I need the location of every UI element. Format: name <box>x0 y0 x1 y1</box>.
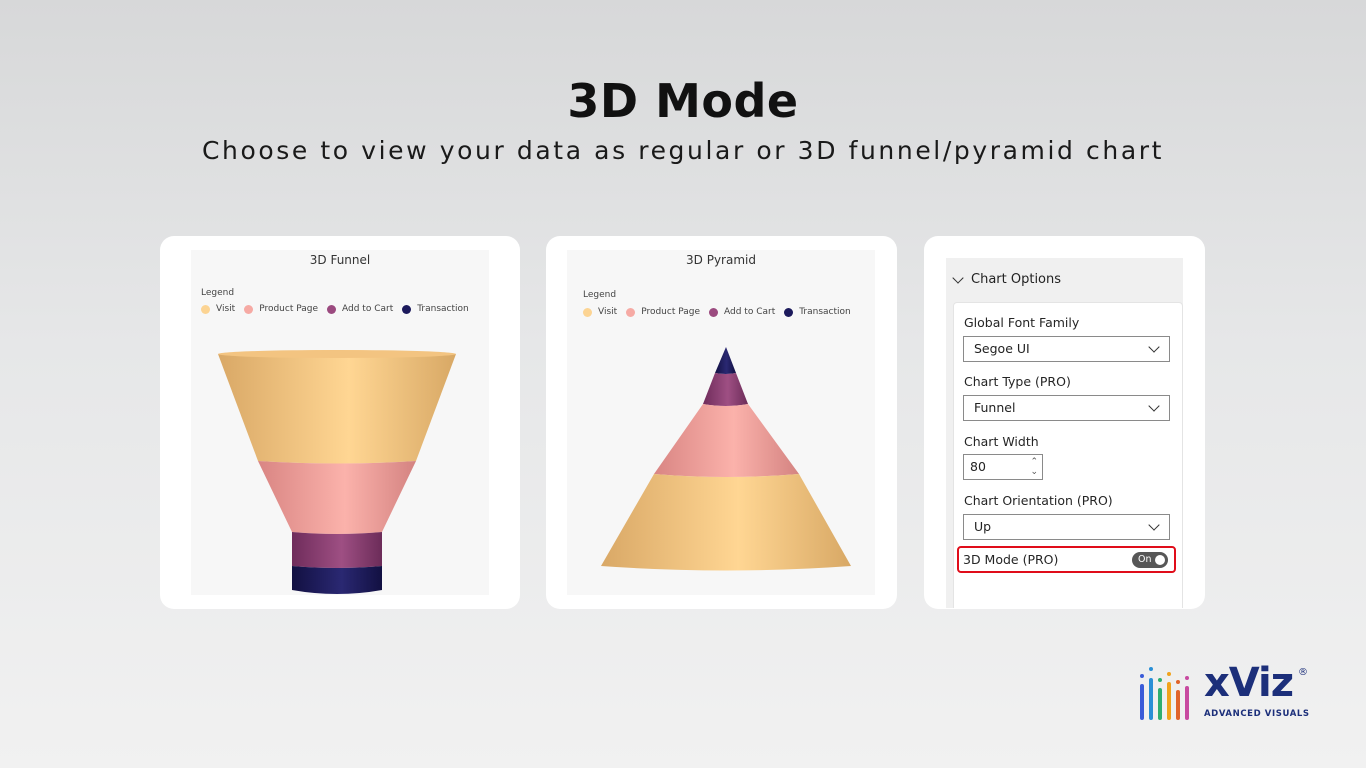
pyramid-chart-panel: 3D Pyramid Legend Visit Product Page Add… <box>567 250 875 595</box>
chevron-down-icon <box>1148 519 1160 531</box>
chart-type-dropdown[interactable]: Funnel <box>963 395 1170 421</box>
font-family-label: Global Font Family <box>964 315 1080 330</box>
brand-tagline: ADVANCED VISUALS <box>1204 709 1310 719</box>
pyramid-segment-visit[interactable] <box>601 474 851 571</box>
funnel-segment-transaction[interactable] <box>292 566 382 594</box>
brand-name: xViz <box>1204 660 1294 706</box>
chart-options-title: Chart Options <box>971 272 1062 287</box>
chevron-up-icon[interactable]: ⌃ <box>1030 458 1038 467</box>
xviz-logo: xViz ® ADVANCED VISUALS <box>1138 660 1313 724</box>
pyramid-chart <box>601 347 851 571</box>
chart-options-body: Global Font Family Segoe UI Chart Type (… <box>953 302 1183 608</box>
registered-mark: ® <box>1298 667 1308 678</box>
pyramid-segment-transaction[interactable] <box>715 347 736 374</box>
funnel-segment-product-page[interactable] <box>258 461 416 534</box>
funnel-chart <box>218 350 456 594</box>
chart-width-stepper[interactable]: 80 ⌃ ⌄ <box>963 454 1043 480</box>
pyramid-segment-add-to-cart[interactable] <box>703 373 748 406</box>
funnel-segment-add-to-cart[interactable] <box>292 532 382 568</box>
chevron-down-icon <box>1148 341 1160 353</box>
3d-mode-label: 3D Mode (PRO) <box>963 552 1059 567</box>
chevron-down-icon[interactable]: ⌄ <box>1030 468 1038 477</box>
font-family-dropdown[interactable]: Segoe UI <box>963 336 1170 362</box>
chevron-down-icon <box>1148 400 1160 412</box>
chart-orientation-label: Chart Orientation (PRO) <box>964 493 1113 508</box>
funnel-card: 3D Funnel Legend Visit Product Page Add … <box>160 236 520 609</box>
chart-width-label: Chart Width <box>964 434 1039 449</box>
chart-type-label: Chart Type (PRO) <box>964 374 1071 389</box>
chart-orientation-dropdown[interactable]: Up <box>963 514 1170 540</box>
chevron-down-icon <box>952 271 964 284</box>
settings-card: Chart Options Global Font Family Segoe U… <box>924 236 1205 609</box>
font-family-value: Segoe UI <box>974 341 1030 356</box>
funnel-chart-panel: 3D Funnel Legend Visit Product Page Add … <box>191 250 489 595</box>
pyramid-segment-product-page[interactable] <box>654 404 799 477</box>
format-pane: Chart Options Global Font Family Segoe U… <box>946 258 1183 608</box>
chart-orientation-value: Up <box>974 519 992 534</box>
chart-type-value: Funnel <box>974 400 1016 415</box>
3d-mode-state: On <box>1138 554 1152 565</box>
xviz-bars-icon <box>1140 667 1189 720</box>
toggle-knob <box>1155 555 1165 565</box>
pyramid-card: 3D Pyramid Legend Visit Product Page Add… <box>546 236 897 609</box>
page-title: 3D Mode <box>567 74 799 128</box>
page-subtitle: Choose to view your data as regular or 3… <box>201 136 1165 165</box>
funnel-segment-visit[interactable] <box>218 350 456 464</box>
funnel-top-rim <box>218 350 456 358</box>
chart-options-header[interactable]: Chart Options <box>952 271 1062 287</box>
3d-mode-toggle[interactable]: On <box>1132 552 1168 568</box>
chart-width-value: 80 <box>970 459 986 474</box>
3d-mode-row: 3D Mode (PRO) On <box>957 546 1176 573</box>
